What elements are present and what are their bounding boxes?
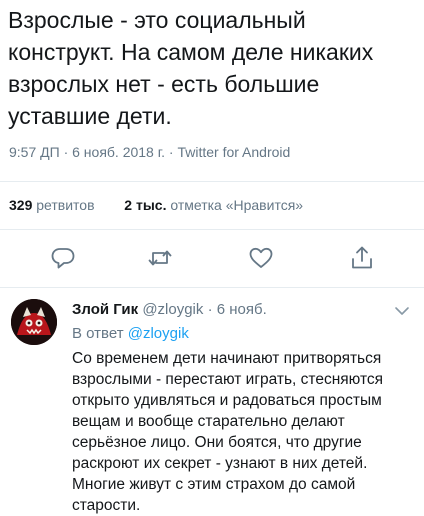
retweets-label[interactable]: ретвитов — [36, 197, 94, 213]
like-button[interactable] — [248, 245, 274, 271]
reply-button[interactable] — [50, 245, 76, 271]
likes-count[interactable]: 2 тыс. — [124, 197, 166, 213]
action-bar — [0, 245, 424, 275]
retweet-button[interactable] — [147, 245, 173, 271]
retweets-count[interactable]: 329 — [9, 197, 32, 213]
avatar[interactable] — [11, 299, 57, 345]
reply-icon — [51, 248, 75, 269]
likes-label[interactable]: отметка «Нравится» — [170, 197, 303, 213]
heart-icon — [249, 247, 273, 268]
tweet-stats: 329 ретвитов 2 тыс. отметка «Нравится» — [9, 197, 303, 213]
divider — [0, 181, 424, 182]
author-handle[interactable]: @zloygik — [142, 301, 203, 318]
reply-to-prefix: В ответ — [72, 325, 124, 342]
author-name[interactable]: Злой Гик — [72, 301, 138, 318]
reply-header: Злой Гик @zloygik · 6 нояб. — [72, 301, 267, 318]
retweet-icon — [148, 250, 172, 266]
reply-to-line: В ответ @zloygik — [72, 325, 189, 342]
divider — [0, 287, 424, 288]
reply-text: Со временем дети начинают притворяться в… — [72, 350, 384, 514]
divider — [0, 229, 424, 230]
tweet-text: Взрослые - это социальный конструкт. На … — [8, 7, 374, 129]
reply-to-handle-link[interactable]: @zloygik — [128, 325, 189, 342]
tweet-meta: 9:57 ДП · 6 нояб. 2018 г. · Twitter for … — [9, 144, 291, 160]
more-options-button[interactable] — [394, 304, 410, 316]
share-icon — [352, 246, 372, 269]
reply-date[interactable]: · 6 нояб. — [208, 301, 267, 318]
chevron-down-icon — [395, 307, 409, 315]
share-button[interactable] — [349, 245, 375, 271]
